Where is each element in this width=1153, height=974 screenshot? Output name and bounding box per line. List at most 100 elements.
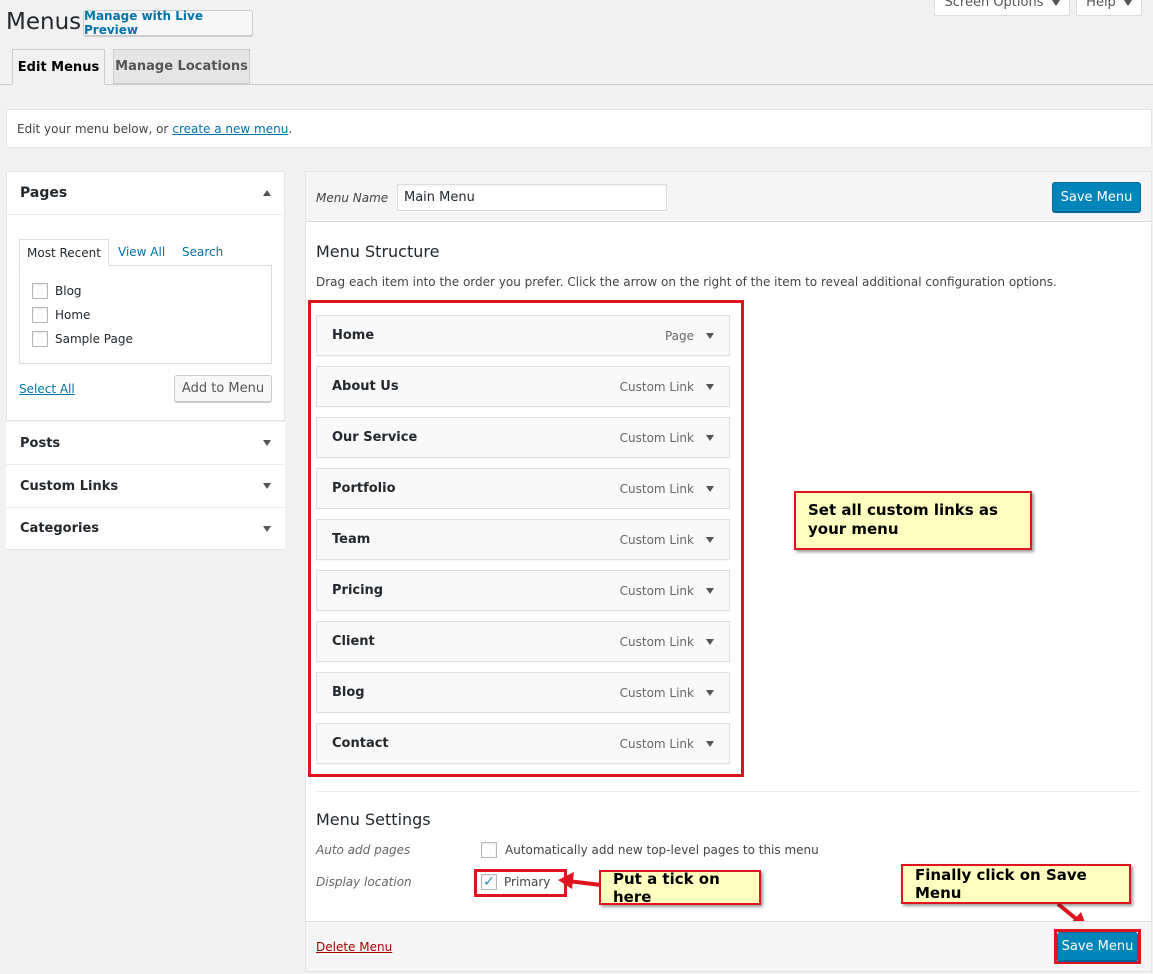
- menu-item-type: Custom Link: [619, 634, 694, 649]
- auto-add-text: Automatically add new top-level pages to…: [505, 843, 819, 857]
- item-expand-arrow-icon[interactable]: [706, 332, 714, 339]
- menu-item-title: Blog: [332, 685, 365, 700]
- menu-item-title: Our Service: [332, 430, 418, 445]
- tab-manage-locations-label: Manage Locations: [115, 59, 248, 74]
- item-expand-arrow-icon[interactable]: [706, 638, 714, 645]
- menu-editor-footer: [306, 921, 1151, 971]
- page-label-blog: Blog: [55, 284, 82, 298]
- menu-item-type: Custom Link: [619, 379, 694, 394]
- accordion-posts[interactable]: Posts: [6, 421, 285, 464]
- live-preview-button[interactable]: Manage with Live Preview: [83, 9, 253, 37]
- menu-item-type: Custom Link: [619, 430, 694, 445]
- select-all-link[interactable]: Select All: [19, 382, 75, 396]
- menu-item-title: Home: [332, 328, 375, 343]
- menu-structure-description: Drag each item into the order you prefer…: [316, 275, 1057, 289]
- page-label-sample: Sample Page: [55, 332, 133, 346]
- pages-tab-most-recent[interactable]: Most Recent: [19, 239, 109, 266]
- tab-manage-locations[interactable]: Manage Locations: [113, 49, 250, 84]
- screen-options-arrow-icon: [1051, 0, 1060, 6]
- help-label: Help: [1086, 0, 1116, 10]
- item-expand-arrow-icon[interactable]: [706, 383, 714, 390]
- page-title: Menus: [6, 9, 82, 35]
- menu-item[interactable]: Home Page: [316, 315, 730, 356]
- manage-menus-notice: Edit your menu below, or create a new me…: [6, 109, 1152, 148]
- pages-tab-view-all[interactable]: View All: [118, 245, 165, 259]
- page-checkbox-sample[interactable]: [32, 331, 48, 347]
- primary-location-option[interactable]: ✓ Primary: [481, 874, 550, 890]
- screen-options-button[interactable]: Screen Options: [934, 0, 1070, 16]
- pages-box-header[interactable]: Pages: [6, 171, 285, 215]
- menu-item[interactable]: Blog Custom Link: [316, 672, 730, 713]
- expand-arrow-icon: [263, 440, 271, 446]
- auto-add-label: Auto add pages: [316, 843, 411, 857]
- primary-checkbox[interactable]: ✓: [481, 874, 497, 890]
- collapse-arrow-icon: [263, 189, 271, 196]
- menu-item-type: Custom Link: [619, 583, 694, 598]
- menu-item-type: Custom Link: [619, 685, 694, 700]
- item-expand-arrow-icon[interactable]: [706, 536, 714, 543]
- save-menu-button-top[interactable]: Save Menu: [1052, 182, 1141, 212]
- item-expand-arrow-icon[interactable]: [706, 587, 714, 594]
- menu-item[interactable]: About Us Custom Link: [316, 366, 730, 407]
- accordion-custom-links-label: Custom Links: [20, 478, 119, 494]
- tab-edit-menus[interactable]: Edit Menus: [12, 49, 105, 85]
- menu-name-label: Menu Name: [316, 191, 389, 205]
- menu-item[interactable]: Pricing Custom Link: [316, 570, 730, 611]
- page-item-home[interactable]: Home: [32, 307, 90, 323]
- save-menu-button-bottom[interactable]: Save Menu: [1057, 932, 1138, 961]
- accordion-custom-links[interactable]: Custom Links: [6, 464, 285, 507]
- page-item-blog[interactable]: Blog: [32, 283, 82, 299]
- menu-item-type: Page: [664, 328, 694, 343]
- expand-arrow-icon: [263, 525, 271, 532]
- menu-item[interactable]: Portfolio Custom Link: [316, 468, 730, 509]
- menu-item[interactable]: Contact Custom Link: [316, 723, 730, 764]
- menu-name-input[interactable]: Main Menu: [397, 184, 667, 211]
- menu-item-title: Client: [332, 634, 375, 649]
- auto-add-option[interactable]: Automatically add new top-level pages to…: [481, 842, 819, 858]
- annotation-custom-links: Set all custom links as your menu: [794, 491, 1032, 550]
- menu-name-value: Main Menu: [404, 190, 475, 205]
- menu-structure-title: Menu Structure: [316, 242, 440, 261]
- menu-item-title: Team: [332, 532, 371, 547]
- notice-suffix: .: [288, 121, 293, 136]
- settings-divider: [316, 791, 1141, 792]
- item-expand-arrow-icon[interactable]: [706, 689, 714, 696]
- notice-prefix: Edit your menu below, or: [17, 121, 169, 136]
- menu-item[interactable]: Team Custom Link: [316, 519, 730, 560]
- tab-bar-line: [0, 84, 1153, 85]
- auto-add-checkbox[interactable]: [481, 842, 497, 858]
- page-item-sample[interactable]: Sample Page: [32, 331, 133, 347]
- menu-item-title: Pricing: [332, 583, 384, 598]
- page-label-home: Home: [55, 308, 91, 322]
- primary-label: Primary: [504, 875, 551, 889]
- page-checkbox-home[interactable]: [32, 307, 48, 323]
- item-expand-arrow-icon[interactable]: [706, 434, 714, 441]
- accordion-categories[interactable]: Categories: [6, 507, 285, 550]
- menu-settings-title: Menu Settings: [316, 810, 431, 829]
- display-location-label: Display location: [316, 875, 412, 889]
- menu-item[interactable]: Our Service Custom Link: [316, 417, 730, 458]
- expand-arrow-icon: [263, 483, 271, 489]
- delete-menu-link[interactable]: Delete Menu: [316, 940, 392, 954]
- accordion-posts-label: Posts: [20, 435, 61, 451]
- annotation-save: Finally click on Save Menu: [901, 864, 1131, 904]
- pages-box-title: Pages: [20, 184, 68, 201]
- screen-options-label: Screen Options: [944, 0, 1044, 10]
- pages-tab-most-recent-label: Most Recent: [27, 245, 101, 260]
- item-expand-arrow-icon[interactable]: [706, 740, 714, 747]
- add-to-menu-button[interactable]: Add to Menu: [174, 375, 272, 402]
- page-checkbox-blog[interactable]: [32, 283, 48, 299]
- menu-item-title: Portfolio: [332, 481, 396, 496]
- item-expand-arrow-icon[interactable]: [706, 485, 714, 492]
- tab-edit-menus-label: Edit Menus: [17, 59, 100, 75]
- menu-item-type: Custom Link: [619, 481, 694, 496]
- menu-item-type: Custom Link: [619, 736, 694, 751]
- menu-item[interactable]: Client Custom Link: [316, 621, 730, 662]
- menu-item-title: About Us: [332, 379, 399, 394]
- pages-tab-search[interactable]: Search: [182, 245, 223, 259]
- annotation-tick: Put a tick on here: [599, 870, 761, 906]
- create-menu-link[interactable]: create a new menu: [172, 122, 288, 136]
- accordion-categories-label: Categories: [20, 521, 100, 536]
- help-button[interactable]: Help: [1076, 0, 1142, 16]
- menu-item-type: Custom Link: [619, 532, 694, 547]
